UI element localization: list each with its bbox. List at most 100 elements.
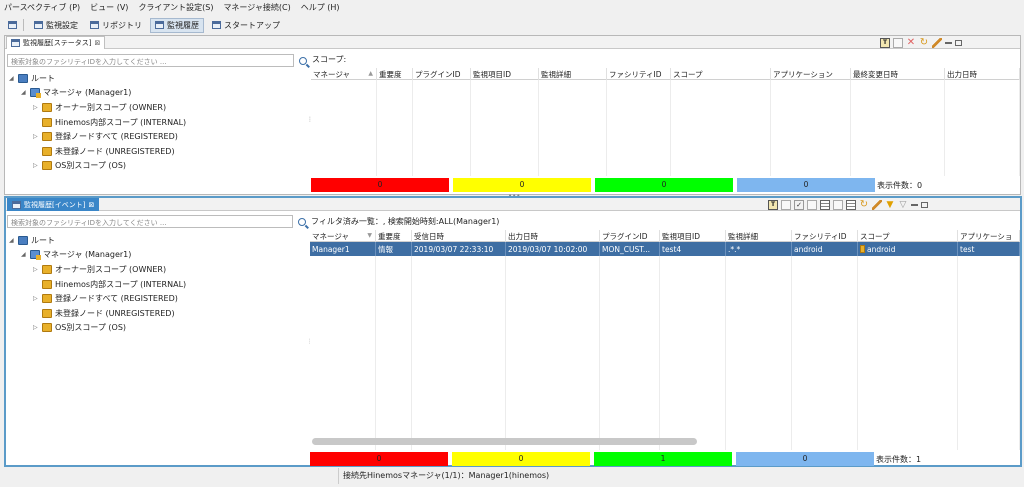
table-row[interactable]: Manager1 情報 2019/03/07 22:33:10 2019/03/… <box>310 242 1020 256</box>
sash-handle[interactable]: ⋮ <box>307 116 313 123</box>
column-grid <box>310 242 1020 450</box>
unconfirm-icon[interactable] <box>807 199 817 210</box>
col-scope[interactable]: スコープ <box>858 230 958 242</box>
tree-node-manager[interactable]: ◢ マネージャ (Manager1) <box>21 86 131 99</box>
clear-filter-icon[interactable]: ▽ <box>898 200 908 210</box>
expand-icon[interactable]: ◢ <box>9 237 15 244</box>
col-priority[interactable]: 重要度 <box>376 230 412 242</box>
scope-icon <box>42 294 52 303</box>
maximize-icon[interactable] <box>921 201 928 208</box>
tree-node-registered[interactable]: ▷ 登録ノードすべて (REGISTERED) <box>33 130 178 143</box>
col-facility-id[interactable]: ファシリティID <box>607 68 671 80</box>
tree-node-unregistered[interactable]: 未登録ノード (UNREGISTERED) <box>33 307 175 320</box>
search-icon[interactable] <box>298 218 306 226</box>
tree-node-internal[interactable]: Hinemos内部スコープ (INTERNAL) <box>33 116 186 129</box>
horizontal-scrollbar[interactable] <box>312 438 697 445</box>
tree-node-owner[interactable]: ▷ オーナー別スコープ (OWNER) <box>33 101 166 114</box>
collapse-icon[interactable]: ▷ <box>33 324 39 331</box>
col-received-time[interactable]: 受信日時 <box>412 230 506 242</box>
scope-label: スコープ: <box>312 55 347 64</box>
confirm-icon[interactable]: ✓ <box>794 199 804 210</box>
tree-node-owner[interactable]: ▷ オーナー別スコープ (OWNER) <box>33 263 166 276</box>
col-plugin-id[interactable]: プラグインID <box>413 68 471 80</box>
tree-label: Hinemos内部スコープ (INTERNAL) <box>55 118 187 127</box>
collapse-icon[interactable]: ▷ <box>33 266 39 273</box>
col-divider <box>506 242 600 450</box>
tree-label: OS別スコープ (OS) <box>55 161 127 170</box>
auto-refresh-icon[interactable] <box>932 37 942 48</box>
col-priority[interactable]: 重要度 <box>377 68 413 80</box>
col-application[interactable]: アプリケーション <box>771 68 851 80</box>
col-monitor-detail[interactable]: 監視詳細 <box>539 68 607 80</box>
col-monitor-id[interactable]: 監視項目ID <box>471 68 539 80</box>
close-icon[interactable]: ⊠ <box>94 39 100 47</box>
close-icon[interactable]: ⊠ <box>88 201 94 209</box>
search-icon[interactable] <box>299 57 307 65</box>
bulk-confirm-icon[interactable] <box>820 199 830 210</box>
col-label: アプリケーション <box>773 70 833 79</box>
col-manager[interactable]: マネージャ ▼ <box>310 230 376 242</box>
col-output-time[interactable]: 出力日時 <box>506 230 600 242</box>
tab-event-view[interactable]: 監視履歴[イベント] ⊠ <box>7 198 100 211</box>
collapse-icon[interactable]: ▷ <box>33 162 39 169</box>
expand-icon[interactable]: ◢ <box>9 75 15 82</box>
refresh-icon[interactable]: ↻ <box>859 199 869 210</box>
scope-tree-icon[interactable]: T <box>768 199 778 210</box>
minimize-icon[interactable] <box>945 41 952 44</box>
collapse-icon[interactable]: ▷ <box>33 133 39 140</box>
menu-manager-connection[interactable]: マネージャ接続(C) <box>223 2 290 13</box>
expand-icon[interactable]: ◢ <box>21 89 27 96</box>
tree-node-registered[interactable]: ▷ 登録ノードすべて (REGISTERED) <box>33 292 178 305</box>
details-icon[interactable] <box>781 199 791 210</box>
tree-node-manager[interactable]: ◢ マネージャ (Manager1) <box>21 248 131 261</box>
tree-node-root[interactable]: ◢ ルート <box>9 72 55 85</box>
perspective-repository[interactable]: リポジトリ <box>86 18 146 33</box>
tree-node-os[interactable]: ▷ OS別スコープ (OS) <box>33 159 126 172</box>
window-icon <box>12 201 21 209</box>
sash-handle[interactable]: ⋮ <box>307 338 313 345</box>
col-monitor-detail[interactable]: 監視詳細 <box>726 230 792 242</box>
filter-icon[interactable]: ▼ <box>885 200 895 210</box>
menu-perspective[interactable]: パースペクティブ (P) <box>4 2 80 13</box>
collapse-icon[interactable]: ▷ <box>33 295 39 302</box>
facility-search-input[interactable]: 検索対象のファシリティIDを入力してください ... <box>7 215 293 228</box>
col-label: 最終変更日時 <box>853 70 898 79</box>
perspective-monitor-history[interactable]: 監視履歴 <box>150 17 204 33</box>
col-monitor-id[interactable]: 監視項目ID <box>660 230 726 242</box>
tab-status-view[interactable]: 監視履歴[ステータス] ⊠ <box>6 36 106 49</box>
sort-arrow-icon: ▼ <box>367 232 372 239</box>
auto-refresh-icon[interactable] <box>872 199 882 210</box>
col-label: アプリケーショ <box>960 232 1013 241</box>
report-icon[interactable] <box>833 199 843 210</box>
menu-client-settings[interactable]: クライアント設定(S) <box>138 2 213 13</box>
details-icon[interactable] <box>893 37 903 48</box>
scope-icon <box>42 280 52 289</box>
delete-icon[interactable]: ✕ <box>906 37 916 48</box>
tree-node-unregistered[interactable]: 未登録ノード (UNREGISTERED) <box>33 145 175 158</box>
menu-view[interactable]: ビュー (V) <box>90 2 128 13</box>
perspective-monitor-settings[interactable]: 監視設定 <box>30 18 82 33</box>
maximize-icon[interactable] <box>955 39 962 46</box>
facility-search-input[interactable]: 検索対象のファシリティIDを入力してください ... <box>7 54 294 67</box>
perspective-startup[interactable]: スタートアップ <box>208 18 284 33</box>
refresh-icon[interactable]: ↻ <box>919 37 929 48</box>
collapse-icon[interactable]: ▷ <box>33 104 39 111</box>
menu-bar: パースペクティブ (P) ビュー (V) クライアント設定(S) マネージャ接続… <box>0 0 1024 15</box>
open-perspective-icon[interactable] <box>8 21 17 29</box>
col-divider <box>792 242 858 450</box>
tree-node-root[interactable]: ◢ ルート <box>9 234 55 247</box>
menu-help[interactable]: ヘルプ (H) <box>301 2 340 13</box>
col-application[interactable]: アプリケーショ <box>958 230 1020 242</box>
minimize-icon[interactable] <box>911 203 918 206</box>
custom-command-icon[interactable] <box>846 199 856 210</box>
tree-node-internal[interactable]: Hinemos内部スコープ (INTERNAL) <box>33 278 186 291</box>
scope-tree-icon[interactable]: T <box>880 37 890 48</box>
col-plugin-id[interactable]: プラグインID <box>600 230 660 242</box>
expand-icon[interactable]: ◢ <box>21 251 27 258</box>
col-output-time[interactable]: 出力日時 <box>945 68 1020 80</box>
col-last-modified[interactable]: 最終変更日時 <box>851 68 945 80</box>
col-manager[interactable]: マネージャ ▲ <box>311 68 377 80</box>
col-facility-id[interactable]: ファシリティID <box>792 230 858 242</box>
col-scope[interactable]: スコープ <box>671 68 771 80</box>
tree-node-os[interactable]: ▷ OS別スコープ (OS) <box>33 321 126 334</box>
